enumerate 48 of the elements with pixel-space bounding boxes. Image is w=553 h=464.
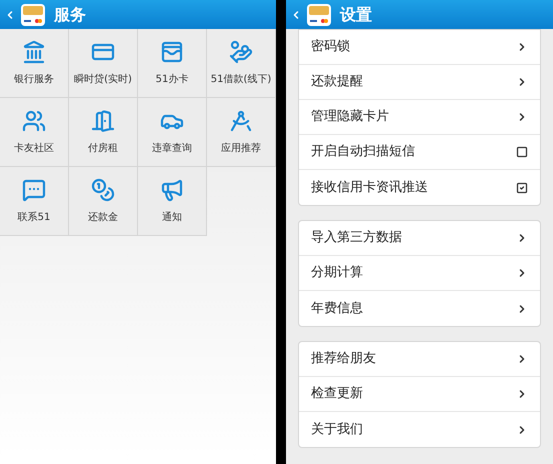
settings-label: 开启自动扫描短信	[311, 143, 415, 162]
checkbox[interactable]	[516, 182, 528, 194]
settings-row[interactable]: 推荐给朋友	[299, 342, 540, 377]
screen-title: 服务	[54, 4, 86, 26]
service-tile[interactable]: 应用推荐	[207, 98, 276, 167]
settings-row[interactable]: 检查更新	[299, 377, 540, 412]
service-tile[interactable]: 51办卡	[138, 29, 207, 98]
coins-icon	[91, 178, 115, 202]
chat-icon	[22, 178, 46, 202]
service-tile[interactable]: 联系51	[0, 167, 69, 236]
settings-row[interactable]: 年费信息	[299, 291, 540, 326]
settings-label: 导入第三方数据	[311, 229, 402, 248]
settings-label: 关于我们	[311, 420, 363, 439]
door-icon	[91, 108, 115, 132]
bank-icon	[22, 40, 46, 64]
settings-row[interactable]: 管理隐藏卡片	[299, 100, 540, 135]
service-tile[interactable]: 瞬时贷(实时)	[69, 29, 138, 98]
settings-label: 年费信息	[311, 300, 363, 318]
settings-row[interactable]: 开启自动扫描短信	[299, 135, 540, 170]
settings-row[interactable]: 接收信用卡资讯推送	[299, 170, 540, 205]
compass-icon	[229, 108, 253, 132]
app-logo-icon[interactable]	[306, 2, 332, 26]
service-tile[interactable]: 通知	[138, 167, 207, 236]
settings-row[interactable]: 还款提醒	[299, 65, 540, 100]
settings-label: 管理隐藏卡片	[311, 108, 389, 126]
settings-row[interactable]: 导入第三方数据	[299, 221, 540, 256]
settings-label: 密码锁	[311, 38, 350, 56]
megaphone-icon	[160, 178, 184, 202]
service-tile[interactable]: 付房租	[69, 98, 138, 167]
settings-label: 接收信用卡资讯推送	[311, 178, 428, 197]
settings-label: 分期计算	[311, 264, 363, 282]
people-icon	[22, 108, 46, 132]
service-tile[interactable]: 51借款(线下)	[207, 29, 276, 98]
settings-row[interactable]: 关于我们	[299, 412, 540, 447]
screen-title: 设置	[340, 4, 372, 26]
app-logo-icon[interactable]	[20, 2, 46, 26]
hand-coins-icon	[229, 40, 253, 64]
service-tile[interactable]: 银行服务	[0, 29, 69, 98]
cards-icon	[160, 40, 184, 64]
service-tile[interactable]: 违章查询	[138, 98, 207, 167]
settings-row[interactable]: 分期计算	[299, 256, 540, 291]
settings-row[interactable]: 密码锁	[299, 30, 540, 65]
settings-label: 推荐给朋友	[311, 350, 376, 368]
service-tile[interactable]: 还款金	[69, 167, 138, 236]
checkbox[interactable]	[516, 146, 528, 158]
settings-label: 还款提醒	[311, 73, 363, 92]
service-tile[interactable]: 卡友社区	[0, 98, 69, 167]
settings-label: 检查更新	[311, 385, 363, 404]
